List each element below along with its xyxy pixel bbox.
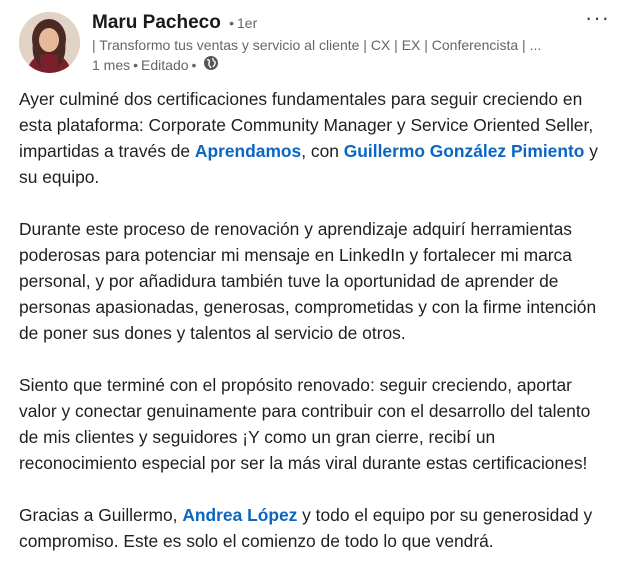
post-meta: 1 mes • Editado • [92, 55, 219, 75]
connection-degree: 1er [237, 15, 258, 31]
paragraph-3: Siento que terminé con el propósito reno… [19, 375, 591, 473]
mention-andrea[interactable]: Andrea López [182, 505, 297, 525]
separator-dot: • [229, 15, 235, 31]
edited-label: Editado [141, 57, 189, 73]
paragraph-text: Gracias a Guillermo, [19, 505, 183, 525]
avatar[interactable] [19, 12, 80, 73]
author-name[interactable]: Maru Pacheco [92, 12, 221, 33]
paragraph-2: Durante este proceso de renovación y apr… [19, 219, 597, 343]
paragraph-text: , con [301, 141, 344, 161]
separator-dot: • [191, 57, 197, 73]
post-body: Ayer culminé dos certificaciones fundame… [19, 86, 609, 580]
more-options-button[interactable]: ··· [585, 5, 610, 30]
post-time: 1 mes [92, 57, 131, 73]
separator-dot: • [133, 57, 139, 73]
globe-icon [203, 55, 219, 75]
mention-aprendamos[interactable]: Aprendamos [195, 141, 301, 161]
mention-guillermo[interactable]: Guillermo González Pimiento [344, 141, 585, 161]
more-horizontal-icon: ··· [585, 5, 610, 30]
profile-photo [19, 12, 80, 73]
paragraph-1: Ayer culminé dos certificaciones fundame… [19, 86, 609, 190]
author-name-line: Maru Pacheco • 1er [92, 12, 257, 34]
author-headline: | Transformo tus ventas y servicio al cl… [92, 37, 542, 53]
paragraph-4: Gracias a Guillermo, Andrea López y todo… [19, 502, 609, 554]
